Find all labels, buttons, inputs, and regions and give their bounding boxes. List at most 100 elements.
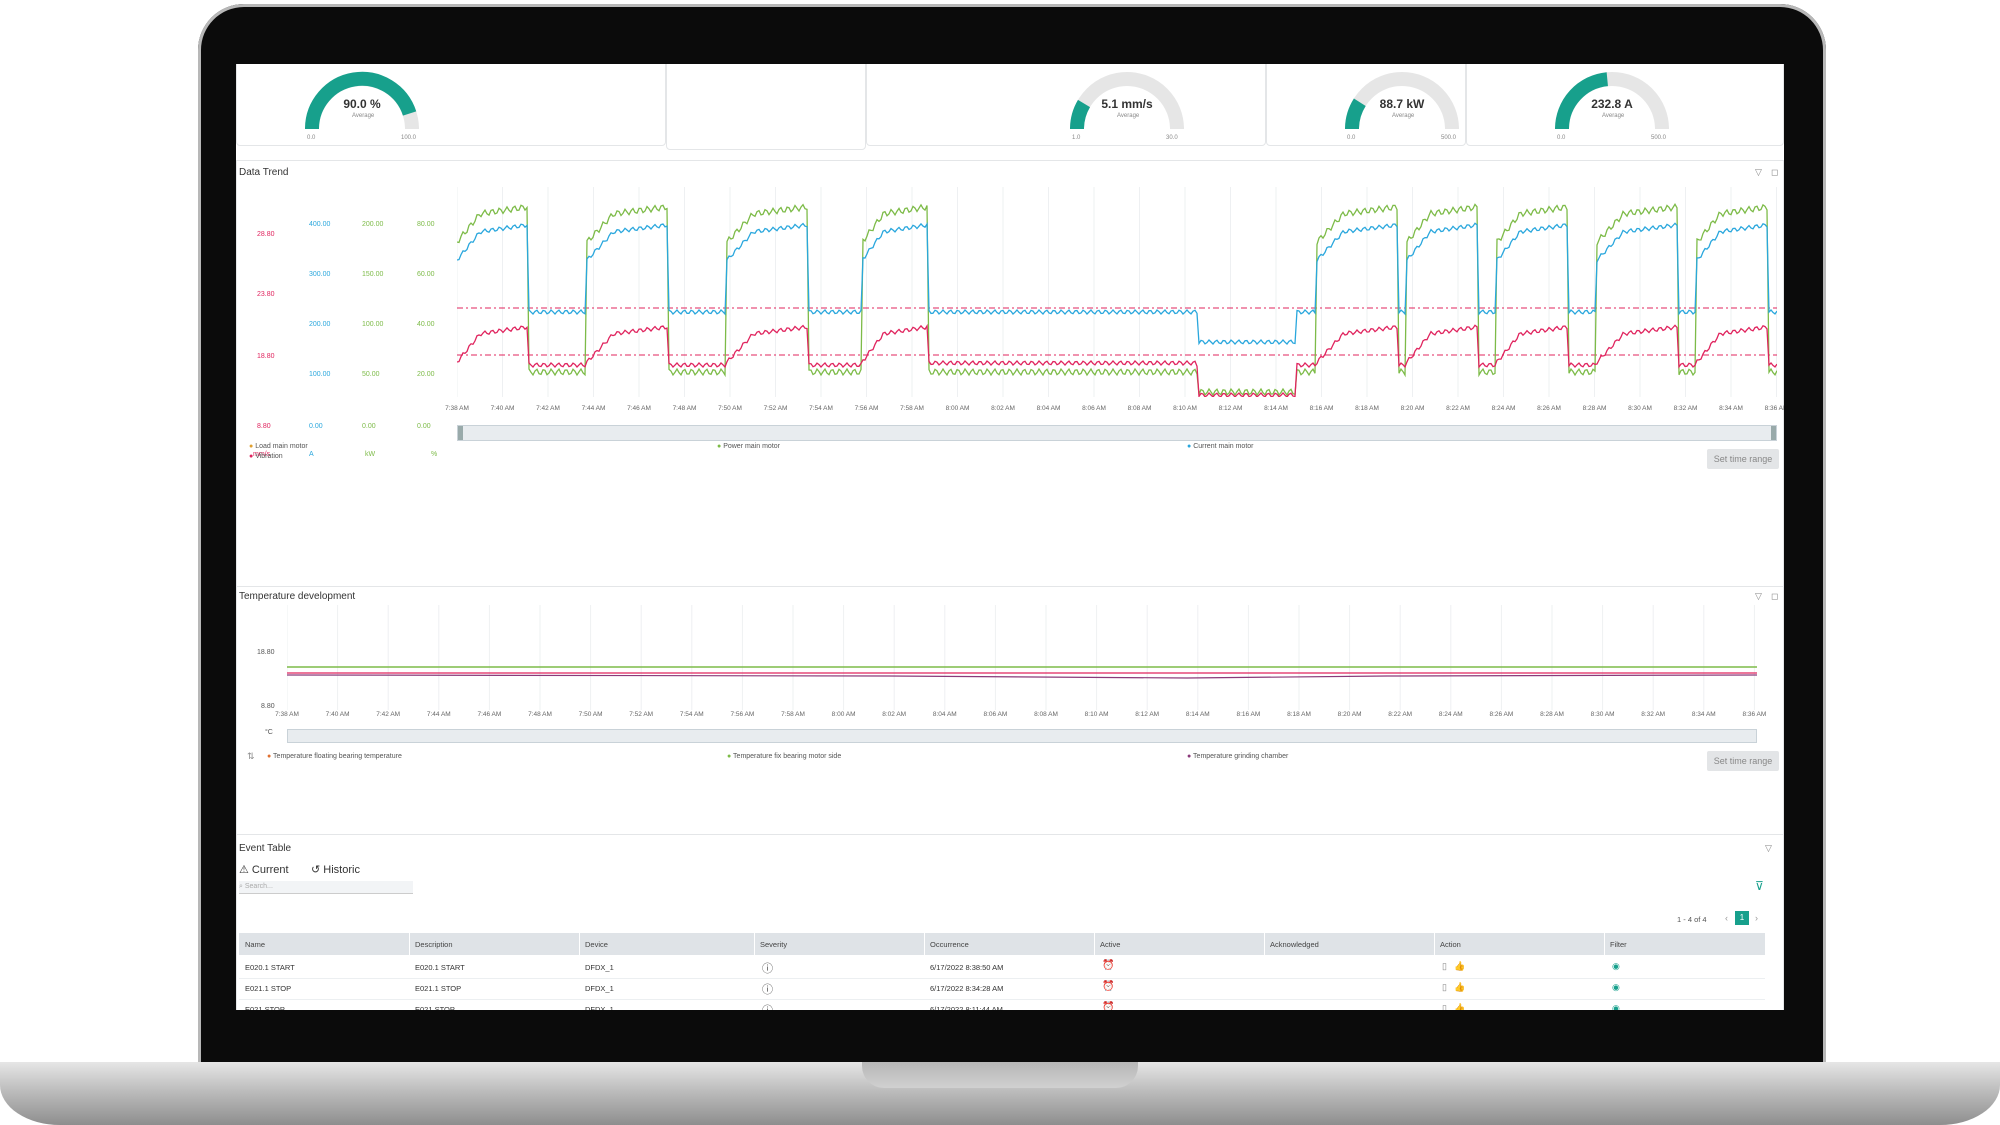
temp-legend-item[interactable]: ● Temperature grinding chamber (1187, 753, 1288, 760)
table-row[interactable]: E021.1 STOP E021.1 STOP DFDX_1 ⓘ 6/17/2022 8… (239, 978, 1765, 1000)
temp-x-tick: 8:16 AM (1236, 711, 1261, 718)
temp-x-tick: 7:42 AM (376, 711, 401, 718)
gauge-max: 500.0 (1651, 135, 1667, 141)
temp-x-tick: 8:30 AM (1590, 711, 1615, 718)
gauge-min: 0.0 (307, 135, 316, 141)
trend-x-tick: 8:34 AM (1719, 405, 1743, 412)
history-icon: ↺ (311, 864, 324, 876)
clipboard-icon[interactable]: ▯ (1442, 961, 1447, 972)
trend-range-slider[interactable] (457, 425, 1777, 441)
filter-icon[interactable]: ▽ (1765, 843, 1772, 854)
next-page-icon[interactable]: › (1755, 913, 1758, 923)
table-cell: 6/17/2022 8:38:50 AM (930, 963, 1004, 972)
trend-legend-item[interactable]: ● Vibration (249, 453, 283, 460)
trend-x-tick: 8:16 AM (1309, 405, 1334, 412)
column-header[interactable]: Acknowledged (1270, 940, 1319, 949)
tab-current[interactable]: ⚠ Current (239, 863, 289, 876)
temp-legend-item[interactable]: ● Temperature fix bearing motor side (727, 753, 841, 760)
info-icon: ⓘ (762, 984, 773, 996)
trend-x-tick: 8:18 AM (1355, 405, 1379, 412)
column-header[interactable]: Active (1100, 940, 1120, 949)
filter-circle-icon[interactable]: ◉ (1612, 982, 1620, 993)
search-input[interactable]: ⌕ Search... (239, 881, 413, 894)
set-time-range-button[interactable]: Set time range (1707, 449, 1779, 469)
filter-toggle-icon[interactable]: ⊽ (1755, 879, 1764, 893)
laptop-notch (862, 1062, 1138, 1088)
filter-circle-icon[interactable]: ◉ (1612, 961, 1620, 972)
filter-circle-icon[interactable]: ◉ (1612, 1003, 1620, 1010)
trend-x-tick: 8:06 AM (1082, 405, 1106, 412)
trend-legend-item[interactable]: ● Power main motor (717, 443, 780, 450)
table-cell: DFDX_1 (585, 1005, 614, 1010)
table-header: Name Description Device Severity Occurrence A… (239, 933, 1765, 955)
trend-axis-label: 300.00 (309, 271, 331, 278)
kpi-gauge-card: 88.7 kW Average 0.0 500.0 (1266, 64, 1466, 146)
info-icon: ⓘ (762, 963, 773, 975)
temp-x-tick: 8:32 AM (1641, 711, 1666, 718)
info-icon: ⓘ (762, 1002, 773, 1010)
kpi-gauge-card: 90.0 % Average 0.0 100.0 (236, 64, 666, 146)
trend-axis-label: 60.00 (417, 271, 435, 278)
trend-unit-label: kW (365, 451, 376, 458)
gauge-min: 1.0 (1072, 135, 1081, 141)
column-header[interactable]: Occurrence (930, 940, 969, 949)
trend-axis-label: 40.00 (417, 321, 435, 328)
table-row[interactable]: E020.1 START E020.1 START DFDX_1 ⓘ 6/17/2022… (239, 957, 1765, 979)
temp-x-tick: 7:48 AM (528, 711, 552, 718)
trend-legend-item[interactable]: ● Load main motor (249, 443, 308, 450)
column-header[interactable]: Name (245, 940, 265, 949)
column-header[interactable]: Device (585, 940, 608, 949)
trend-x-tick: 8:28 AM (1582, 405, 1607, 412)
expand-icon[interactable]: ◻ (1771, 167, 1778, 178)
tab-current-label: Current (251, 864, 289, 876)
column-header[interactable]: Description (415, 940, 453, 949)
temp-x-tick: 8:02 AM (882, 711, 907, 718)
clipboard-icon[interactable]: ▯ (1442, 1003, 1447, 1010)
pagination-info: 1 - 4 of 4 (1677, 915, 1707, 924)
gauge-value: 88.7 kW (1379, 97, 1425, 111)
gauge-min: 0.0 (1347, 135, 1356, 141)
temp-x-tick: 7:38 AM (275, 711, 299, 718)
page-button[interactable]: 1 (1735, 911, 1749, 925)
table-cell: 6/17/2022 8:34:28 AM (930, 984, 1004, 993)
column-header[interactable]: Action (1440, 940, 1461, 949)
temp-x-tick: 8:00 AM (831, 711, 856, 718)
expand-icon[interactable]: ◻ (1771, 591, 1778, 602)
trend-x-tick: 7:58 AM (900, 405, 924, 412)
thumbs-up-icon[interactable]: 👍 (1454, 961, 1465, 972)
filter-icon[interactable]: ▽ (1755, 167, 1762, 178)
trend-axis-label: 23.80 (257, 291, 275, 298)
trend-axis-label: 80.00 (417, 221, 435, 228)
trend-x-tick: 8:26 AM (1537, 405, 1561, 412)
temp-range-slider[interactable] (287, 729, 1757, 743)
thumbs-up-icon[interactable]: 👍 (1454, 982, 1465, 993)
tab-historic[interactable]: ↺ Historic (311, 863, 360, 876)
column-header[interactable]: Filter (1610, 940, 1627, 949)
clipboard-icon[interactable]: ▯ (1442, 982, 1447, 993)
trend-x-tick: 8:30 AM (1628, 405, 1652, 412)
filter-icon[interactable]: ▽ (1755, 591, 1762, 602)
prev-page-icon[interactable]: ‹ (1725, 913, 1728, 923)
gauge-value: 5.1 mm/s (1101, 97, 1153, 111)
temperature-panel: Temperature development ▽ ◻ 18.80 8.80 7… (236, 586, 1784, 836)
column-header[interactable]: Severity (760, 940, 787, 949)
temp-x-tick: 7:40 AM (325, 711, 350, 718)
trend-legend-item[interactable]: ● Current main motor (1187, 443, 1253, 450)
event-table-panel: Event Table ▽ ⚠ Current ↺ Historic ⌕ Sea… (236, 834, 1784, 1010)
thumbs-up-icon[interactable]: 👍 (1454, 1003, 1465, 1010)
gauge-caption: Average (1117, 113, 1140, 119)
table-row[interactable]: E021 STOP E021 STOP DFDX_1 ⓘ 6/17/2022 8:11:… (239, 999, 1765, 1010)
swap-icon[interactable]: ⇅ (247, 751, 255, 762)
trend-x-tick: 8:32 AM (1673, 405, 1698, 412)
gauge-max: 500.0 (1441, 135, 1457, 141)
temp-unit: °C (265, 729, 273, 736)
temp-series-grinding-chamber (287, 674, 1757, 679)
temp-legend-item[interactable]: ● Temperature floating bearing temperatu… (267, 753, 402, 760)
temp-x-tick: 8:28 AM (1540, 711, 1564, 718)
table-cell: 6/17/2022 8:11:44 AM (930, 1005, 1003, 1010)
trend-x-tick: 8:00 AM (945, 405, 970, 412)
trend-x-tick: 7:40 AM (490, 405, 515, 412)
temp-x-tick: 8:08 AM (1034, 711, 1058, 718)
set-time-range-button[interactable]: Set time range (1707, 751, 1779, 771)
trend-axis-label: 100.00 (362, 321, 384, 328)
